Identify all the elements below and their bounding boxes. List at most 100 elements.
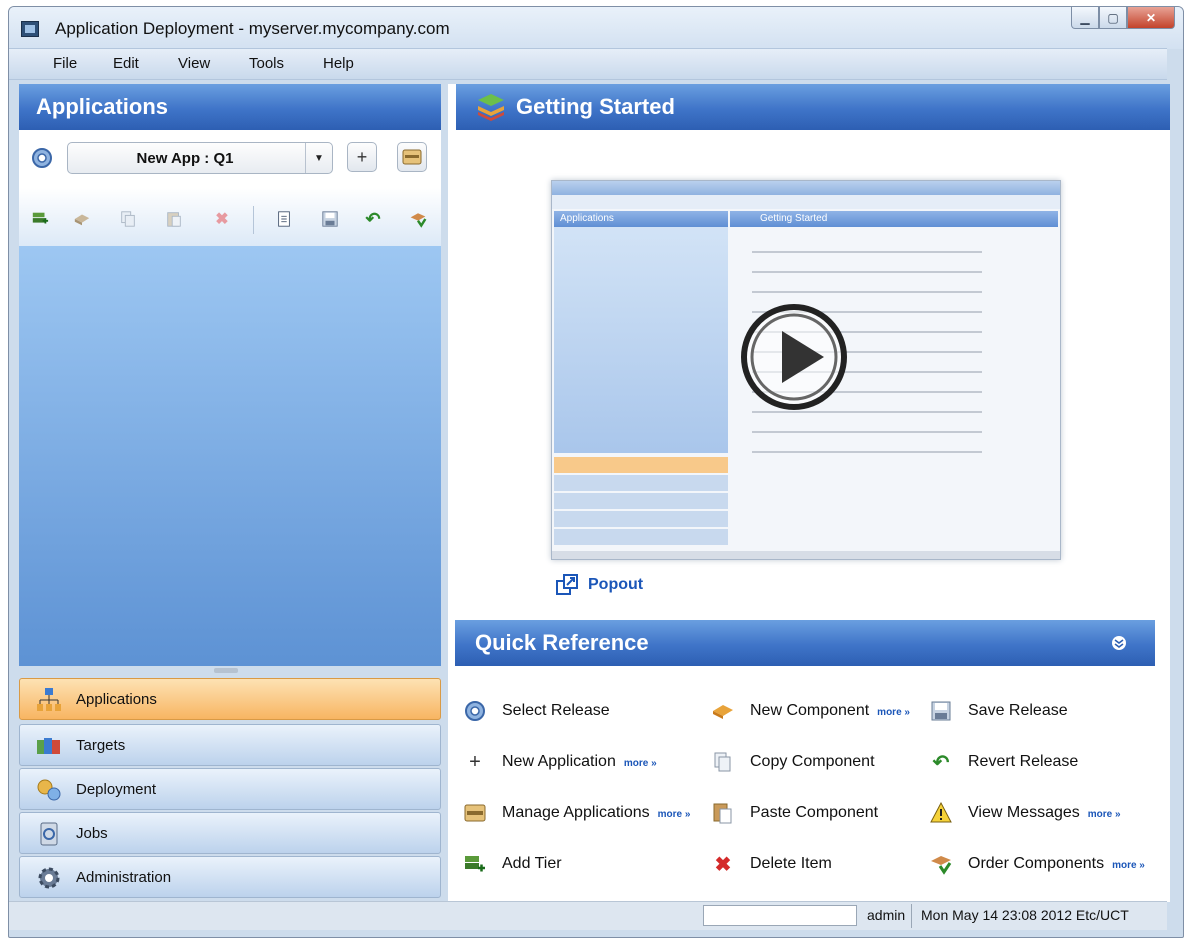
manage-applications-icon: [464, 804, 486, 822]
collapse-icon[interactable]: [1111, 635, 1127, 651]
menu-edit[interactable]: Edit: [113, 55, 139, 72]
nav-label: Jobs: [76, 825, 108, 842]
status-progress-field: [703, 905, 857, 926]
warning-icon: [930, 802, 952, 823]
delete-icon[interactable]: ✖: [213, 210, 231, 228]
revert-icon: ↶: [932, 751, 950, 774]
title-bar[interactable]: Application Deployment - myserver.mycomp…: [9, 7, 1183, 49]
more-link[interactable]: more »: [877, 707, 910, 718]
more-link[interactable]: more »: [624, 758, 657, 769]
qr-label-text: Manage Applications: [502, 804, 650, 821]
select-release-icon: [465, 701, 485, 721]
video-inner-statusbar: [552, 551, 1060, 559]
menu-bar: File Edit View Tools Help: [9, 48, 1167, 80]
splitter-grip[interactable]: [214, 668, 238, 673]
close-button[interactable]: ✕: [1127, 7, 1175, 29]
video-inner-content-header: Getting Started: [730, 211, 1058, 227]
document-icon[interactable]: [275, 210, 293, 228]
status-bar: admin Mon May 14 23:08 2012 Etc/UCT: [9, 901, 1167, 930]
video-titlebar: [552, 181, 1060, 195]
application-select[interactable]: New App : Q1 ▼: [67, 142, 333, 174]
add-tier-icon[interactable]: [31, 210, 49, 228]
video-inner-text-lines: [752, 251, 982, 253]
revert-icon[interactable]: ↶: [364, 209, 382, 229]
qr-label-text: View Messages: [968, 804, 1080, 821]
application-selector-area: New App : Q1 ▼ +: [19, 130, 441, 189]
qr-label: New Component more »: [750, 702, 910, 720]
play-icon[interactable]: [738, 301, 850, 413]
menu-help[interactable]: Help: [323, 55, 354, 72]
manage-applications-icon: [402, 149, 422, 165]
qr-label: Select Release: [502, 702, 610, 719]
plus-icon: +: [469, 750, 481, 773]
nav-label: Administration: [76, 869, 172, 886]
nav-deployment[interactable]: Deployment: [19, 768, 441, 810]
qr-label: View Messages more »: [968, 804, 1121, 822]
nav-label: Targets: [76, 737, 126, 754]
new-application-button[interactable]: +: [347, 142, 377, 172]
minimize-button[interactable]: ▁: [1071, 7, 1099, 29]
save-release-icon: [931, 701, 951, 721]
panel-splitter[interactable]: [19, 666, 441, 676]
video-inner-nav: [554, 529, 728, 545]
select-release-icon[interactable]: [31, 147, 53, 169]
window-controls: ▁ ▢ ✕: [1071, 7, 1175, 31]
applications-tree[interactable]: [19, 246, 441, 666]
qr-label: Copy Component: [750, 753, 875, 770]
maximize-button[interactable]: ▢: [1099, 7, 1127, 29]
copy-component-icon[interactable]: [119, 210, 137, 228]
menu-view[interactable]: View: [178, 55, 210, 72]
nav-targets[interactable]: Targets: [19, 724, 441, 766]
more-link[interactable]: more »: [1088, 809, 1121, 820]
nav-label: Applications: [76, 691, 157, 708]
popout-label: Popout: [588, 576, 644, 593]
more-link[interactable]: more »: [658, 809, 691, 820]
video-inner-nav: [554, 493, 728, 509]
plus-icon: +: [356, 146, 368, 167]
video-inner-panel-header: Applications: [554, 211, 728, 227]
quick-reference-header[interactable]: Quick Reference: [455, 620, 1155, 666]
qr-label-text: New Component: [750, 702, 870, 719]
applications-panel: Applications New App : Q1 ▼ + ✖ ↶ Applic…: [19, 84, 441, 902]
more-link[interactable]: more »: [1112, 860, 1145, 871]
video-menubar: [552, 195, 1060, 209]
copy-component-icon: [714, 752, 731, 772]
save-release-icon[interactable]: [321, 210, 339, 228]
order-components-icon[interactable]: [409, 210, 427, 228]
delete-icon: ✖: [714, 853, 732, 876]
nav-applications[interactable]: Applications: [19, 678, 441, 720]
nav-jobs[interactable]: Jobs: [19, 812, 441, 854]
nav-administration[interactable]: Administration: [19, 856, 441, 898]
jobs-nav-icon: [40, 822, 58, 846]
menu-tools[interactable]: Tools: [249, 55, 284, 72]
paste-component-icon[interactable]: [165, 210, 183, 228]
applications-panel-header: Applications: [19, 84, 441, 130]
tree-toolbar: ✖ ↶: [19, 188, 441, 246]
chevron-down-icon[interactable]: ▼: [305, 143, 332, 173]
qr-label: Delete Item: [750, 855, 832, 872]
targets-nav-icon: [37, 738, 60, 754]
nav-label: Deployment: [76, 781, 157, 798]
manage-applications-button[interactable]: [397, 142, 427, 172]
qr-label-text: Order Components: [968, 855, 1105, 872]
getting-started-video[interactable]: Applications Getting Started: [551, 180, 1061, 560]
qr-label: Add Tier: [502, 855, 562, 872]
qr-label: Revert Release: [968, 753, 1079, 770]
qr-label: New Application more »: [502, 753, 657, 771]
window-title: Application Deployment - myserver.mycomp…: [55, 19, 450, 38]
qr-label: Order Components more »: [968, 855, 1145, 873]
getting-started-title: Getting Started: [516, 94, 675, 119]
getting-started-header: Getting Started: [456, 84, 1170, 130]
status-timestamp: Mon May 14 23:08 2012 Etc/UCT: [921, 907, 1129, 923]
status-divider: [911, 904, 912, 928]
add-tier-icon: [465, 856, 485, 872]
popout-icon: [556, 574, 578, 595]
app-icon: [21, 21, 39, 37]
menu-file[interactable]: File: [53, 55, 77, 72]
layers-icon: [478, 94, 504, 121]
status-user: admin: [867, 907, 906, 923]
qr-label: Paste Component: [750, 804, 879, 821]
deployment-nav-icon: [37, 779, 61, 801]
order-components-icon: [931, 856, 952, 875]
new-component-icon[interactable]: [73, 210, 91, 228]
